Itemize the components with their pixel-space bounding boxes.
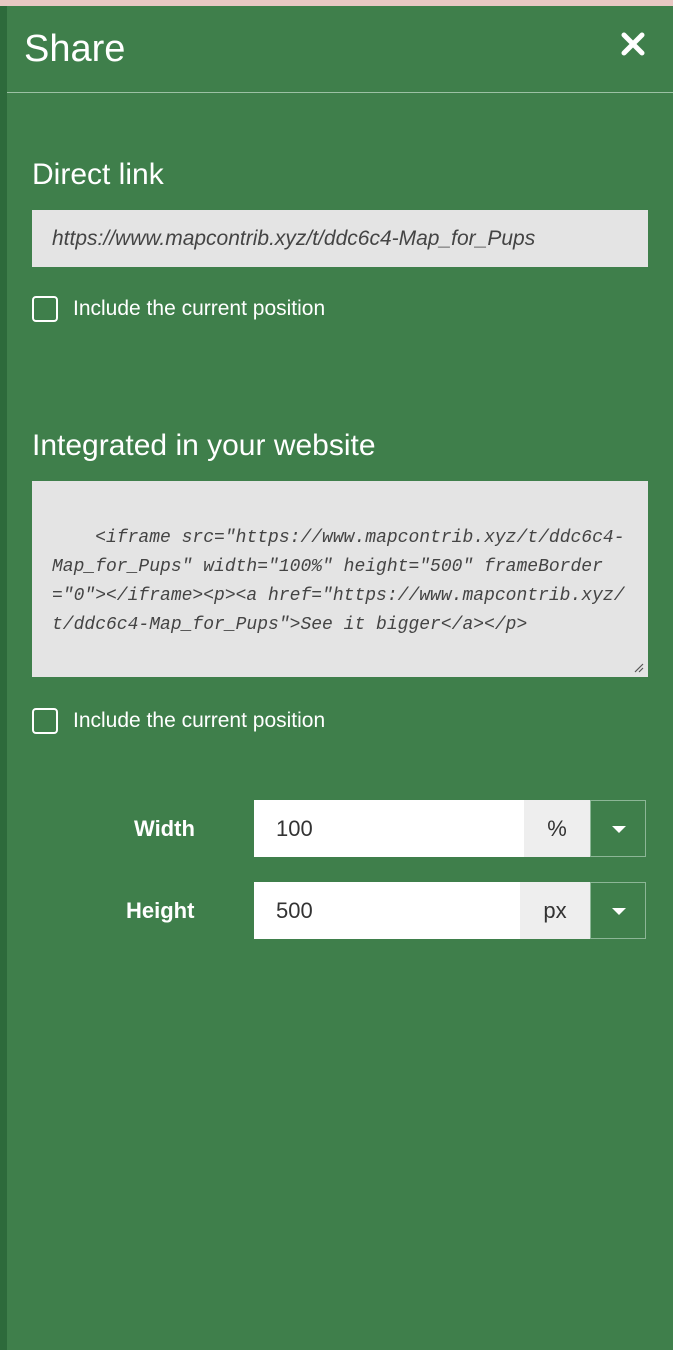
chevron-down-icon (612, 826, 626, 833)
height-input[interactable]: 500 (254, 882, 520, 939)
embed-code-textarea[interactable]: <iframe src="https://www.mapcontrib.xyz/… (32, 481, 648, 677)
direct-link-title: Direct link (32, 158, 164, 191)
height-label: Height (126, 898, 195, 923)
height-unit: px (520, 882, 590, 939)
share-panel: Share Direct link https://www.mapcontrib… (7, 6, 673, 1350)
checkbox-box[interactable] (32, 296, 58, 322)
embed-code-text: <iframe src="https://www.mapcontrib.xyz/… (52, 528, 625, 635)
checkbox-label: Include the current position (73, 297, 326, 320)
integrated-title: Integrated in your website (32, 429, 376, 462)
resize-grip-icon[interactable] (632, 661, 644, 673)
close-icon[interactable] (619, 30, 647, 58)
direct-link-position-checkbox[interactable]: Include the current position (32, 296, 325, 322)
height-unit-dropdown[interactable] (590, 882, 646, 939)
width-label: Width (134, 816, 195, 841)
direct-link-field[interactable]: https://www.mapcontrib.xyz/t/ddc6c4-Map_… (32, 210, 648, 267)
integrated-position-checkbox[interactable]: Include the current position (32, 708, 325, 734)
checkbox-label: Include the current position (73, 709, 326, 732)
chevron-down-icon (612, 908, 626, 915)
checkbox-box[interactable] (32, 708, 58, 734)
left-edge (0, 6, 7, 1350)
width-input[interactable]: 100 (254, 800, 524, 857)
width-unit: % (524, 800, 590, 857)
panel-header: Share (7, 6, 673, 93)
width-unit-dropdown[interactable] (590, 800, 646, 857)
panel-title: Share (24, 28, 126, 70)
